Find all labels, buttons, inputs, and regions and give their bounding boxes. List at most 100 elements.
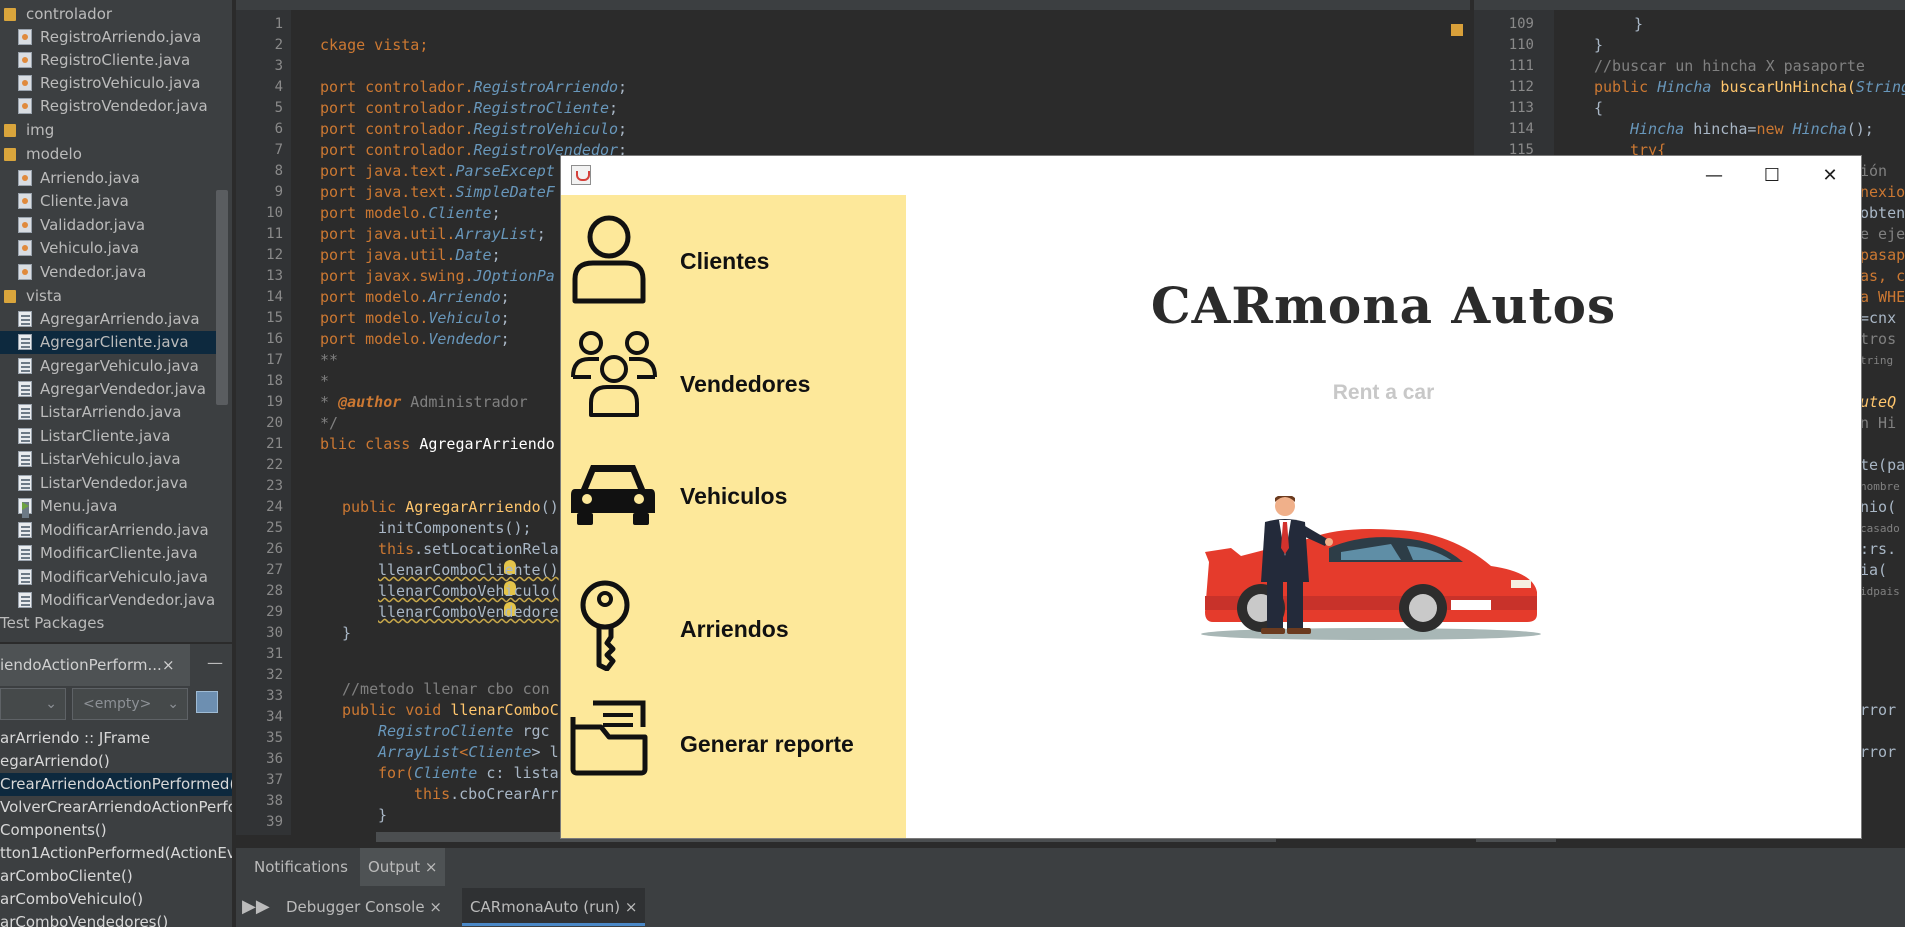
- line-number: 27: [266, 562, 283, 578]
- java-file-icon: [18, 170, 32, 186]
- code-line: initComponents();: [378, 519, 532, 537]
- navigator-item[interactable]: Components(): [0, 819, 107, 842]
- navigator-item[interactable]: arArriendo :: JFrame: [0, 727, 150, 750]
- tree-item[interactable]: ListarCliente.java: [18, 425, 170, 448]
- key-icon: [580, 580, 630, 671]
- error-stripe-marker[interactable]: [1451, 24, 1463, 36]
- tree-item[interactable]: Arriendo.java: [18, 167, 140, 190]
- code-line: port controlador.RegistroCliente;: [320, 99, 619, 117]
- tree-item-img[interactable]: img: [4, 119, 54, 142]
- close-icon[interactable]: ×: [162, 644, 175, 686]
- navigator-options-icon[interactable]: [196, 691, 218, 713]
- tab-notifications[interactable]: Notifications: [254, 848, 348, 886]
- chevron-down-icon: ⌄: [45, 696, 57, 712]
- close-icon[interactable]: ×: [425, 858, 438, 876]
- project-tree: controlador RegistroArriendo.java Regist…: [0, 0, 232, 642]
- code-line: **: [320, 351, 339, 369]
- line-number: 23: [266, 478, 283, 494]
- code-line: port javax.swing.JOptionPa: [320, 267, 555, 285]
- navigator-item[interactable]: arComboCliente(): [0, 865, 133, 888]
- tree-item[interactable]: Menu.java: [18, 495, 117, 518]
- navigator-item-selected[interactable]: CrearArriendoActionPerformed(: [0, 773, 232, 796]
- navigator-filter-combo[interactable]: ⌄: [0, 688, 66, 720]
- line-number: 110: [1508, 37, 1534, 53]
- navigator-item[interactable]: arComboVehiculo(): [0, 888, 143, 911]
- tree-item[interactable]: ModificarVendedor.java: [18, 589, 215, 612]
- tree-item-vista[interactable]: vista: [4, 285, 62, 308]
- code-line: ArrayList<Cliente> l: [378, 743, 559, 761]
- line-number: 37: [266, 772, 283, 788]
- navigator-item[interactable]: tton1ActionPerformed(ActionEv: [0, 842, 232, 865]
- java-file-icon: [18, 264, 32, 280]
- code-peek: =cnx: [1860, 309, 1897, 327]
- tree-item-selected[interactable]: AgregarCliente.java: [0, 331, 216, 354]
- navigator-item[interactable]: arComboVendedores(): [0, 911, 168, 927]
- tree-item[interactable]: AgregarArriendo.java: [18, 308, 200, 331]
- minimize-button[interactable]: —: [1685, 156, 1743, 195]
- line-number: 21: [266, 436, 283, 452]
- code-line: //buscar un hincha X pasaporte: [1594, 57, 1865, 75]
- user-icon: [572, 215, 646, 304]
- code-line: this.setLocationRela: [378, 540, 559, 558]
- java-file-icon: [18, 29, 32, 45]
- navigator-panel: iendoActionPerform... × — ⌄ <empty> ⌄ arA…: [0, 644, 232, 927]
- tree-scrollbar[interactable]: [216, 190, 228, 405]
- tree-item[interactable]: AgregarVehiculo.java: [18, 355, 199, 378]
- tree-item[interactable]: Vendedor.java: [18, 261, 146, 284]
- tab-output[interactable]: Output ×: [360, 848, 446, 886]
- close-icon[interactable]: ×: [625, 898, 638, 916]
- navigator-item[interactable]: VolverCrearArriendoActionPerfo: [0, 796, 232, 819]
- line-number: 36: [266, 751, 283, 767]
- tree-item-modelo[interactable]: modelo: [4, 143, 82, 166]
- tree-item[interactable]: ModificarArriendo.java: [18, 519, 209, 542]
- form-file-icon: [18, 592, 32, 608]
- tree-item[interactable]: ModificarCliente.java: [18, 542, 198, 565]
- tree-item[interactable]: AgregarVendedor.java: [18, 378, 206, 401]
- code-line: port java.text.SimpleDateF: [320, 183, 555, 201]
- menu-item-arriendos[interactable]: Arriendos: [561, 571, 906, 681]
- code-peek: n Hi: [1860, 414, 1897, 432]
- tree-item[interactable]: Vehiculo.java: [18, 237, 139, 260]
- rerun-icon[interactable]: ▶▶: [242, 896, 270, 917]
- tree-item[interactable]: RegistroVendedor.java: [18, 95, 208, 118]
- tree-item-test-packages[interactable]: Test Packages: [0, 612, 104, 635]
- menu-item-vendedores[interactable]: Vendedores: [561, 327, 906, 437]
- menu-item-clientes[interactable]: Clientes: [561, 205, 906, 315]
- line-number: 7: [274, 142, 283, 158]
- package-icon: [4, 148, 16, 161]
- menu-item-vehiculos[interactable]: Vehiculos: [561, 449, 906, 559]
- menu-item-generar-reporte[interactable]: Generar reporte: [561, 689, 906, 799]
- line-number: 29: [266, 604, 283, 620]
- minimize-icon[interactable]: —: [207, 644, 223, 682]
- tree-item[interactable]: RegistroVehiculo.java: [18, 72, 200, 95]
- tab-run-output[interactable]: CARmonaAuto (run) ×: [462, 888, 646, 926]
- close-icon[interactable]: ×: [429, 898, 442, 916]
- tree-item[interactable]: Cliente.java: [18, 190, 129, 213]
- navigator-member-combo[interactable]: <empty> ⌄: [72, 688, 188, 720]
- tree-item[interactable]: ListarArriendo.java: [18, 401, 181, 424]
- tab-debugger-console[interactable]: Debugger Console ×: [286, 888, 442, 926]
- navigator-item[interactable]: egarArriendo(): [0, 750, 110, 773]
- code-peek: tros: [1860, 330, 1897, 348]
- tree-item[interactable]: Validador.java: [18, 214, 145, 237]
- tree-item[interactable]: RegistroArriendo.java: [18, 26, 201, 49]
- java-file-icon: [18, 240, 32, 256]
- java-app-icon: [571, 165, 591, 185]
- line-number: 31: [266, 646, 283, 662]
- form-file-icon: [18, 334, 32, 350]
- tree-item[interactable]: ListarVehiculo.java: [18, 448, 181, 471]
- tree-item[interactable]: ModificarVehiculo.java: [18, 566, 208, 589]
- tree-item-controlador[interactable]: controlador: [4, 3, 112, 26]
- folder-icon: [570, 700, 648, 776]
- line-number: 8: [274, 163, 283, 179]
- code-peek: a WHE: [1860, 288, 1905, 306]
- close-button[interactable]: ✕: [1801, 156, 1859, 195]
- tree-item[interactable]: ListarVendedor.java: [18, 472, 188, 495]
- window-title-bar[interactable]: — ☐ ✕: [561, 156, 1861, 195]
- maximize-button[interactable]: ☐: [1743, 156, 1801, 195]
- line-number: 28: [266, 583, 283, 599]
- navigator-tab[interactable]: iendoActionPerform... ×: [0, 644, 190, 686]
- code-line: public Hincha buscarUnHincha(String: [1594, 78, 1905, 96]
- app-window: — ☐ ✕ Clientes Vendedores Vehiculos Arri…: [561, 156, 1861, 838]
- tree-item[interactable]: RegistroCliente.java: [18, 49, 190, 72]
